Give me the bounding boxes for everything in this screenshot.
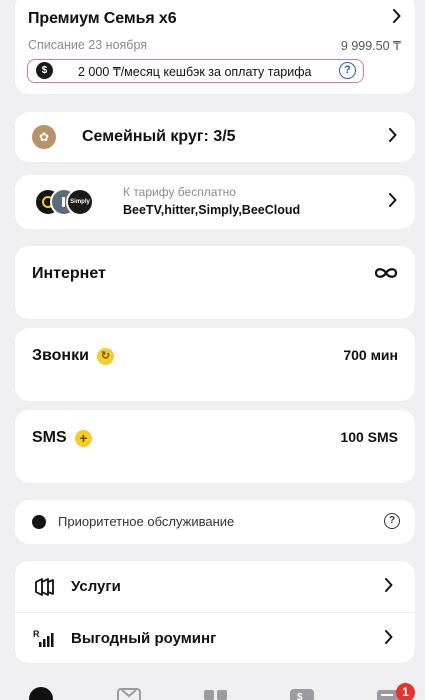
services-icon [33, 576, 55, 598]
internet-package[interactable]: Интернет [15, 246, 415, 319]
list-item-roaming[interactable]: R Выгодный роуминг [15, 612, 415, 663]
priority-service-card[interactable]: Приоритетное обслуживание ? [15, 500, 415, 544]
sms-package[interactable]: SMS + 100 SMS [15, 410, 415, 483]
apps-icon[interactable] [203, 686, 229, 700]
sms-title: SMS [32, 429, 67, 446]
sms-value: 100 SMS [340, 429, 398, 445]
svg-text:R: R [33, 629, 40, 639]
tariff-card[interactable]: Премиум Семья х6 Списание 23 ноября 9 99… [15, 0, 415, 94]
chevron-right-icon [392, 9, 401, 23]
cashback-text: 2 000 ₸/месяц кешбэк за оплату тарифа [78, 65, 312, 79]
priority-dot-icon [32, 515, 46, 529]
plus-badge-icon[interactable]: + [75, 430, 92, 447]
calls-title: Звонки [32, 347, 89, 364]
chevron-right-icon [384, 578, 393, 592]
question-icon[interactable]: ? [339, 62, 356, 79]
chevron-right-icon [388, 128, 397, 142]
internet-title: Интернет [32, 265, 106, 282]
free-services-list: BeeTV,hitter,Simply,BeeCloud [123, 203, 301, 217]
family-circle-card[interactable]: ✿ Семейный круг: 3/5 [15, 112, 415, 162]
list-item-services[interactable]: Услуги [15, 561, 415, 612]
calls-package[interactable]: Звонки ↻ 700 мин [15, 328, 415, 401]
charge-amount: 9 999.50 ₸ [340, 39, 401, 53]
tariff-title: Премиум Семья х6 [28, 10, 177, 27]
free-services-card[interactable]: Simply К тарифу бесплатно BeeTV,hitter,S… [15, 175, 415, 229]
home-icon[interactable] [28, 686, 54, 700]
cashback-banner[interactable]: $ 2 000 ₸/месяц кешбэк за оплату тарифа … [27, 59, 364, 83]
roaming-label: Выгодный роуминг [71, 630, 217, 647]
calls-value: 700 мин [343, 347, 398, 363]
free-services-label: К тарифу бесплатно [123, 185, 236, 199]
roaming-icon: R [33, 628, 55, 650]
svg-text:$: $ [297, 692, 303, 700]
service-logos: Simply [34, 188, 114, 216]
services-list: Услуги R Выгодный роуминг [15, 561, 415, 663]
simply-logo: Simply [66, 188, 94, 216]
services-label: Услуги [71, 578, 121, 595]
family-circle-label: Семейный круг: 3/5 [82, 128, 236, 145]
finance-icon[interactable]: $ [289, 686, 315, 700]
question-icon[interactable]: ? [384, 513, 400, 529]
infinity-icon [372, 266, 400, 285]
family-circle-icon: ✿ [32, 125, 56, 149]
cashback-coin-icon: $ [36, 62, 53, 79]
priority-label: Приоритетное обслуживание [58, 514, 235, 529]
chevron-right-icon [388, 193, 397, 207]
bottom-navigation: $ [0, 684, 425, 700]
charge-date-label: Списание 23 ноября [28, 38, 148, 52]
shop-icon[interactable] [116, 686, 142, 700]
refresh-badge-icon: ↻ [97, 348, 114, 365]
chevron-right-icon [384, 630, 393, 644]
notification-count-badge: 1 [396, 683, 415, 700]
